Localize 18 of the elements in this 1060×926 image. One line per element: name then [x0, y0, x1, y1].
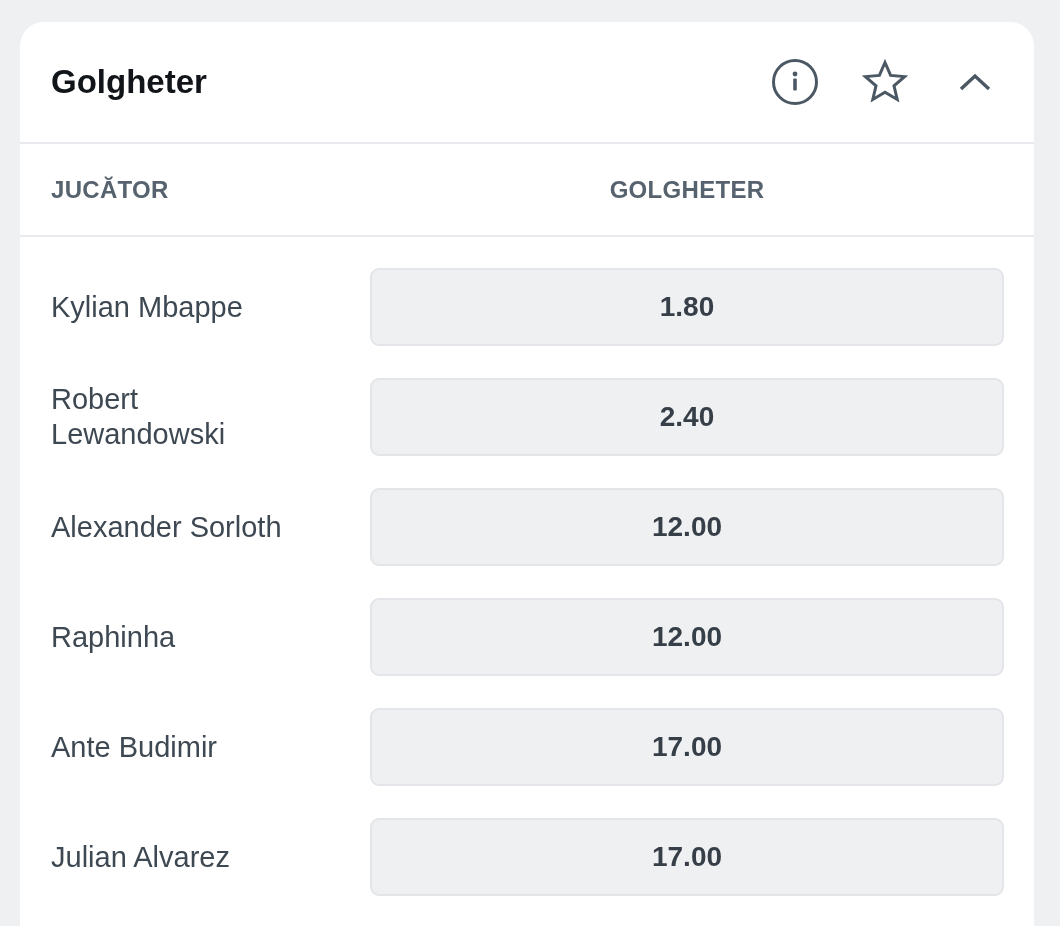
player-name: Raphinha [51, 619, 176, 655]
market-title: Golgheter [51, 63, 208, 101]
odds-button[interactable]: 12.00 [370, 488, 1004, 566]
player-name: Julian Alvarez [51, 839, 230, 875]
player-name: Kylian Mbappe [51, 289, 243, 325]
star-icon[interactable] [862, 59, 908, 105]
odds-button[interactable]: 12.00 [370, 598, 1004, 676]
odds-button[interactable]: 17.00 [370, 818, 1004, 896]
info-icon[interactable] [772, 59, 818, 105]
column-header: JUCĂTOR [51, 175, 169, 204]
chevron-up-icon[interactable] [959, 73, 991, 91]
player-name: Alexander Sorloth [51, 509, 282, 545]
player-name: Robert Lewandowski [51, 382, 227, 452]
odds-button[interactable]: 2.40 [370, 378, 1004, 456]
column-header: GOLGHETER [609, 175, 765, 204]
player-name: Ante Budimir [51, 729, 217, 765]
odds-button[interactable]: 1.80 [370, 268, 1004, 346]
odds-button[interactable]: 17.00 [370, 708, 1004, 786]
